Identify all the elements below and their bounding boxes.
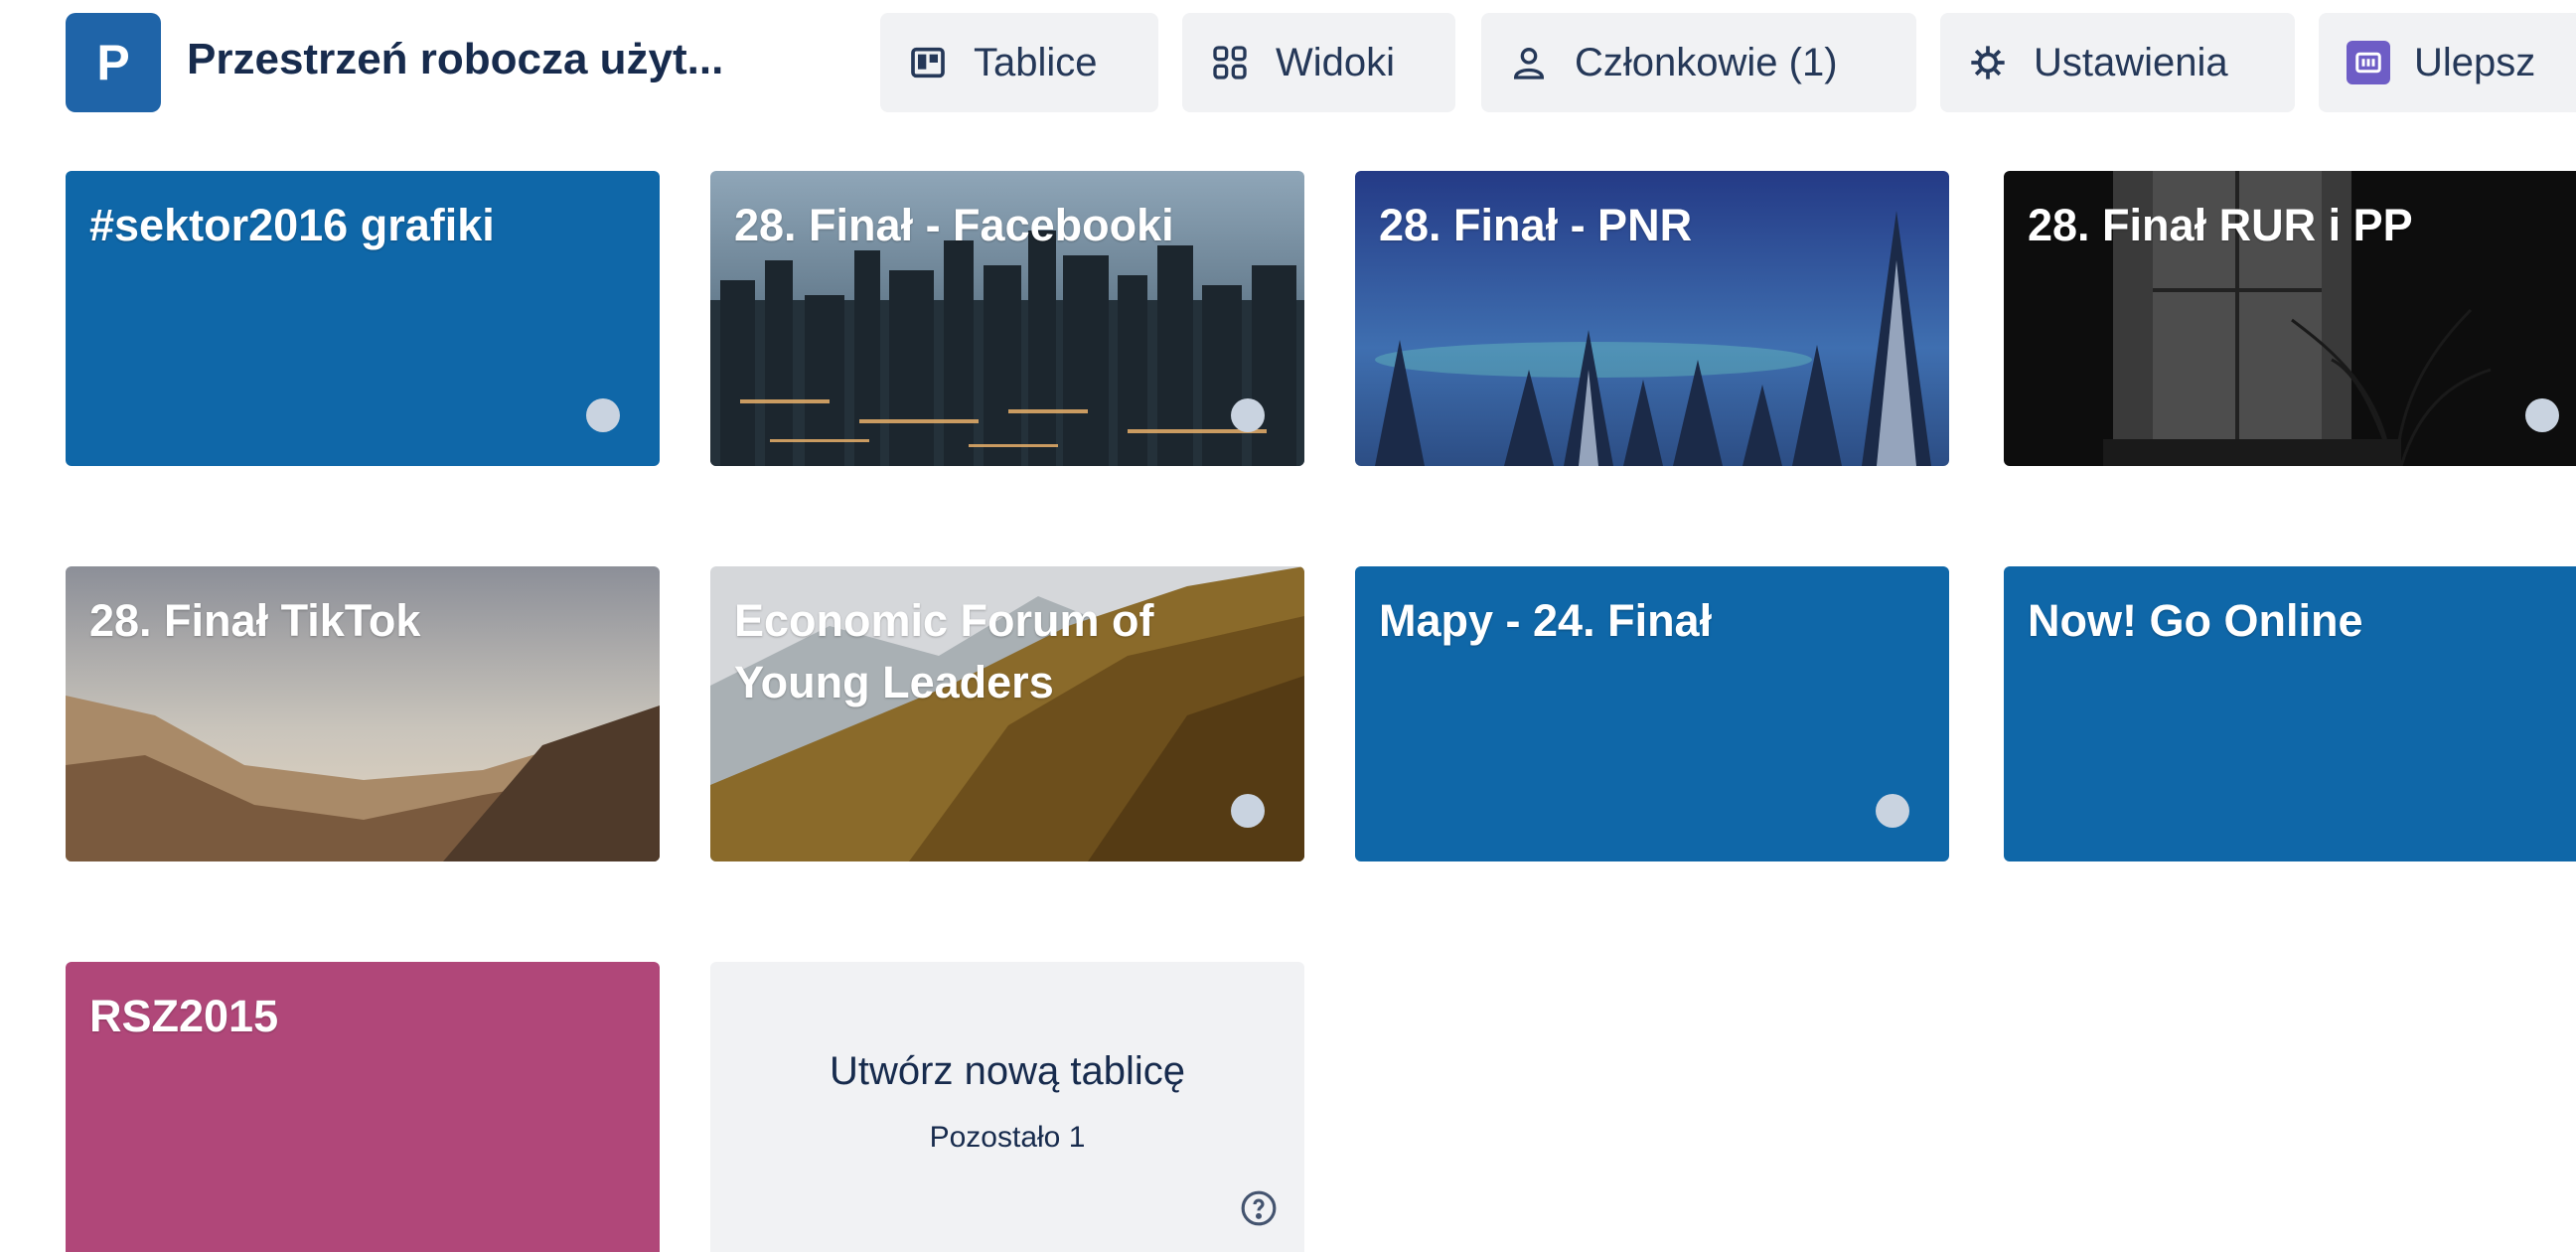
board-tile-rsz2015[interactable]: RSZ2015 [66,962,660,1252]
board-tile-economic-forum[interactable]: Economic Forum of Young Leaders [710,566,1304,861]
upgrade-button[interactable]: Ulepsz [2319,13,2576,112]
board-title: 28. Finał - Facebooki [734,200,1174,250]
boards-remaining-count: Pozostało 1 [929,1121,1086,1154]
members-button[interactable]: Członkowie (1) [1481,13,1916,112]
grid-icon [1210,43,1250,82]
views-button-label: Widoki [1276,40,1396,84]
board-status-dot[interactable] [2525,398,2559,432]
workspace-avatar[interactable]: P [66,13,161,112]
settings-button-label: Ustawienia [2034,40,2228,84]
board-title: Now! Go Online [2028,595,2363,646]
board-title: 28. Finał RUR i PP [2028,200,2413,250]
settings-button[interactable]: Ustawienia [1940,13,2295,112]
board-title: Mapy - 24. Finał [1379,595,1713,646]
board-status-dot[interactable] [586,398,620,432]
board-title: 28. Finał - PNR [1379,200,1693,250]
board-tile-pnr[interactable]: 28. Finał - PNR [1355,171,1949,466]
help-icon[interactable] [1240,1189,1278,1227]
gear-icon [1968,43,2008,82]
board-title: #sektor2016 grafiki [89,200,495,250]
workspace-title: Przestrzeń robocza użyt... [187,35,724,83]
boards-button-label: Tablice [974,40,1098,84]
board-title: Economic Forum of Young Leaders [734,595,1154,707]
board-title: RSZ2015 [89,991,279,1041]
person-icon [1509,43,1549,82]
boards-button[interactable]: Tablice [880,13,1158,112]
board-tile-mapy[interactable]: Mapy - 24. Finał [1355,566,1949,861]
create-board-label: Utwórz nową tablicę [830,1049,1185,1093]
board-tile-rur-pp[interactable]: 28. Finał RUR i PP [2004,171,2576,466]
board-tile-tiktok[interactable]: 28. Finał TikTok [66,566,660,861]
upgrade-icon [2347,41,2390,84]
upgrade-button-label: Ulepsz [2414,40,2536,84]
board-tile-facebooki[interactable]: 28. Finał - Facebooki [710,171,1304,466]
board-title: 28. Finał TikTok [89,595,421,646]
board-status-dot[interactable] [1876,794,1909,828]
board-status-dot[interactable] [1231,398,1265,432]
views-button[interactable]: Widoki [1182,13,1455,112]
board-tile-sektor2016[interactable]: #sektor2016 grafiki [66,171,660,466]
members-button-label: Członkowie (1) [1575,40,1838,84]
board-icon [908,43,948,82]
board-status-dot[interactable] [1231,794,1265,828]
board-tile-now-go-online[interactable]: Now! Go Online [2004,566,2576,861]
create-board-tile[interactable]: Utwórz nową tablicę Pozostało 1 [710,962,1304,1252]
